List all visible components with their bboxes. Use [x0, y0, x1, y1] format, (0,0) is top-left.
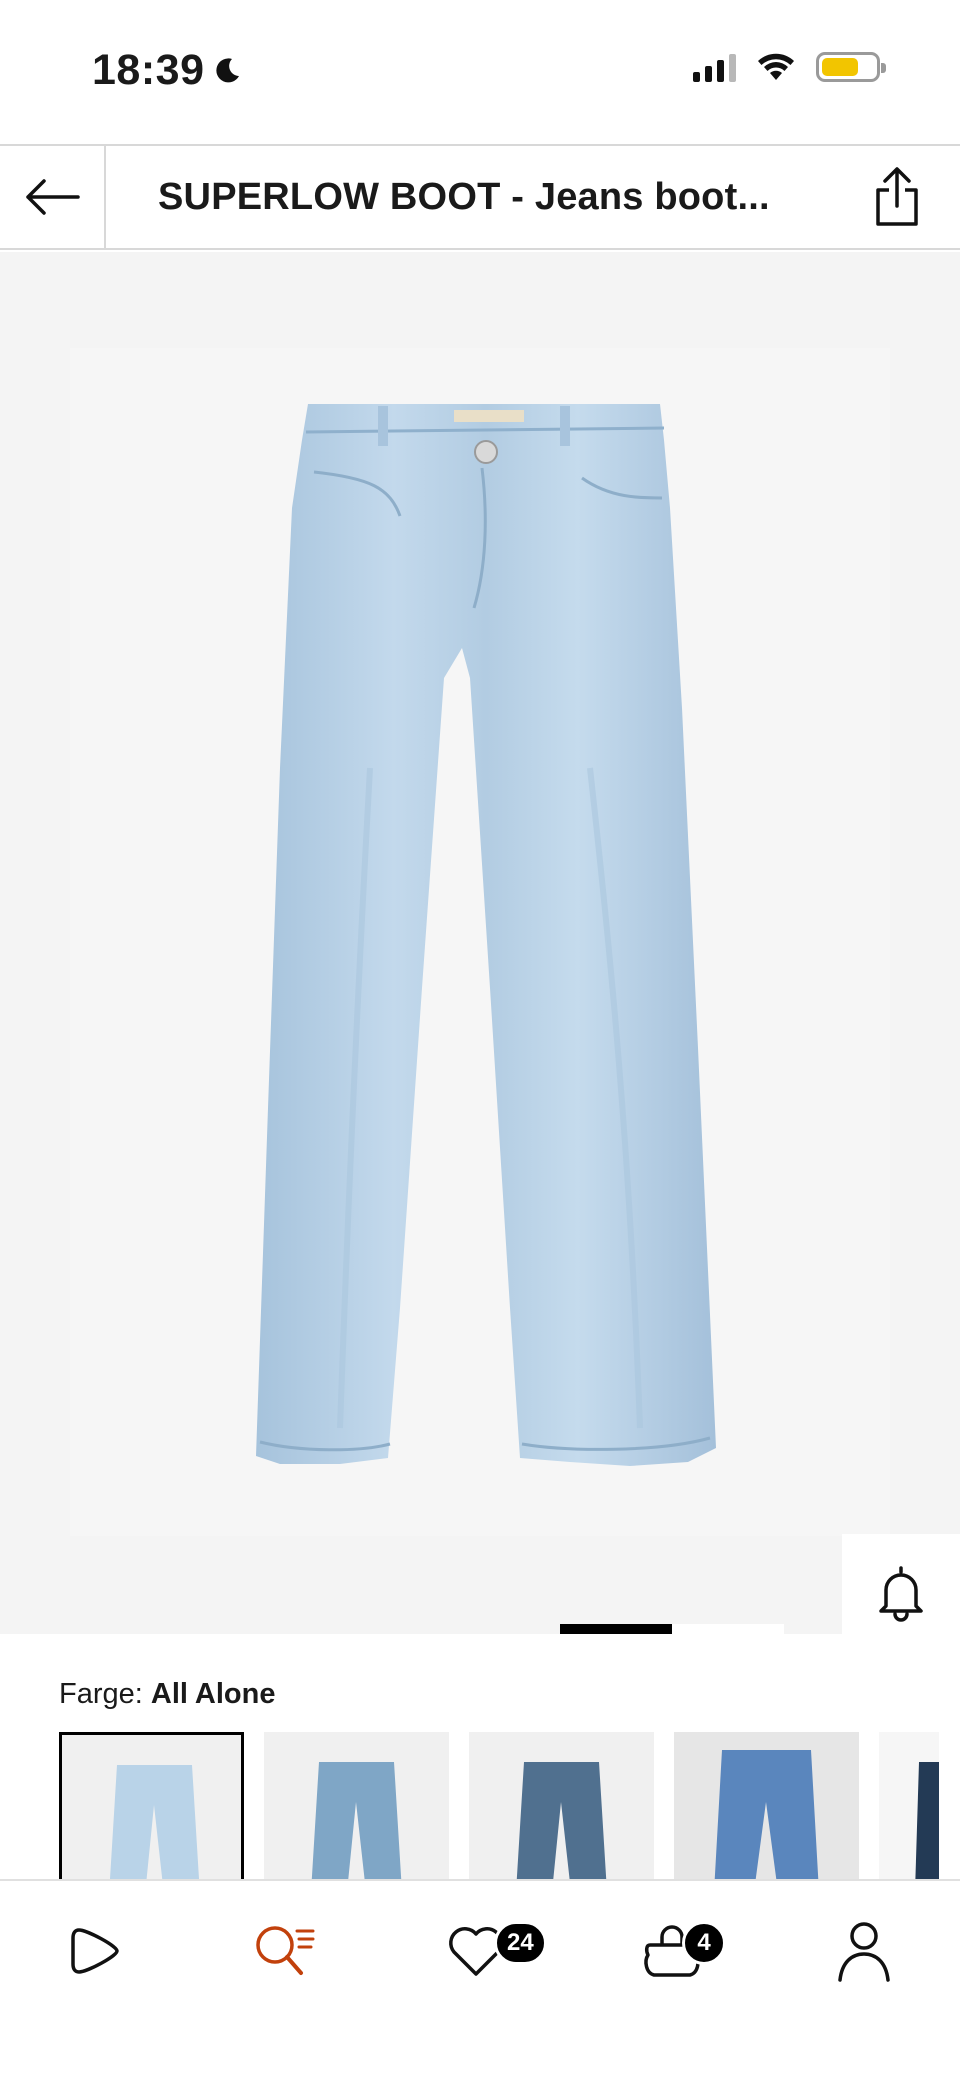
wifi-icon — [758, 53, 794, 80]
arrow-left-icon — [26, 179, 80, 215]
bottom-navigation: 24 4 — [0, 1879, 960, 2081]
gallery-pager — [560, 1624, 784, 1634]
color-swatch[interactable] — [674, 1732, 859, 1892]
battery-icon — [816, 52, 886, 82]
moon-icon — [216, 57, 240, 82]
bag-count-badge: 4 — [682, 1921, 726, 1965]
nav-home[interactable] — [36, 1911, 156, 1991]
cellular-signal-icon — [693, 52, 736, 82]
nav-search[interactable] — [226, 1911, 346, 1991]
page-title: SUPERLOW BOOT - Jeans boot... — [158, 175, 770, 218]
nav-account[interactable] — [804, 1911, 924, 1991]
user-icon — [838, 1922, 890, 1982]
back-button[interactable] — [0, 146, 106, 248]
color-label-prefix: Farge: — [59, 1678, 143, 1710]
clock-text: 18:39 — [92, 46, 205, 94]
nav-wishlist[interactable]: 24 — [416, 1911, 547, 1991]
gallery-pager-active — [560, 1624, 672, 1634]
jeans-image — [256, 404, 716, 1466]
share-icon — [876, 167, 918, 226]
product-image-gallery[interactable] — [0, 252, 960, 1885]
color-swatch[interactable] — [264, 1732, 449, 1892]
color-selector: Farge: All Alone — [0, 1634, 960, 1892]
nav-bag[interactable]: 4 — [612, 1911, 732, 1991]
product-header: SUPERLOW BOOT - Jeans boot... — [0, 144, 960, 250]
color-swatch-list — [59, 1732, 939, 1892]
color-swatch[interactable] — [879, 1732, 939, 1892]
play-logo-icon — [71, 1928, 119, 1974]
product-image-frame — [70, 348, 890, 1536]
color-value: All Alone — [150, 1678, 276, 1710]
color-swatch[interactable] — [469, 1732, 654, 1892]
search-list-icon — [256, 1926, 315, 1975]
color-label: Farge: All Alone — [59, 1678, 276, 1711]
status-indicators — [693, 52, 886, 82]
share-button[interactable] — [864, 164, 930, 230]
status-time: 18:39 — [92, 46, 242, 95]
status-bar: 18:39 — [0, 0, 960, 144]
color-swatch-selected[interactable] — [59, 1732, 244, 1892]
wishlist-count-badge: 24 — [494, 1921, 547, 1965]
bell-icon — [879, 1565, 923, 1622]
